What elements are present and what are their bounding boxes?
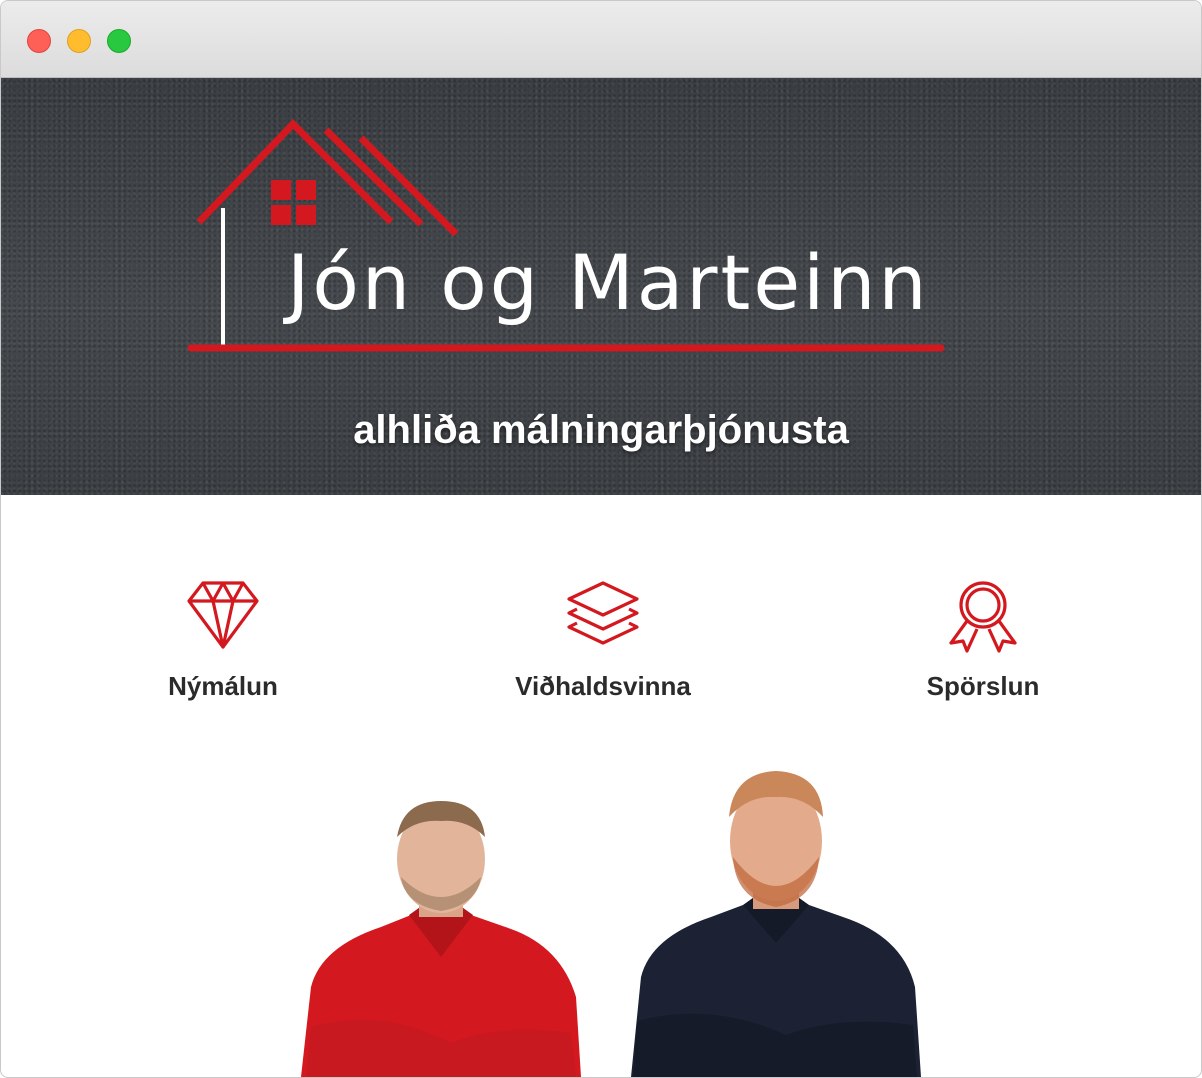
feature-label: Spörslun xyxy=(926,671,1040,701)
browser-window: Jón og Marteinn alhliða málningarþjónust… xyxy=(0,0,1202,1078)
feature-vidhaldsvinna[interactable]: Viðhaldsvinna xyxy=(453,577,753,702)
feature-nymalun[interactable]: Nýmálun xyxy=(73,577,373,702)
hero-banner: Jón og Marteinn alhliða málningarþjónust… xyxy=(1,78,1201,495)
award-ribbon-icon xyxy=(949,581,1017,653)
team-member-photo xyxy=(631,771,921,1077)
brand-name: Jón og Marteinn xyxy=(287,238,930,327)
team-member-photo xyxy=(301,801,581,1077)
zoom-window-button[interactable] xyxy=(107,29,131,53)
feature-label: Nýmálun xyxy=(168,671,278,701)
feature-sporslun[interactable]: Spörslun xyxy=(833,577,1133,702)
window-titlebar xyxy=(1,1,1201,78)
features-section: Nýmálun Viðhaldsvinna Spörslun xyxy=(1,495,1201,735)
layers-icon xyxy=(567,581,639,645)
feature-label: Viðhaldsvinna xyxy=(515,671,691,701)
diamond-icon xyxy=(187,581,259,649)
minimize-window-button[interactable] xyxy=(67,29,91,53)
hero-tagline: alhliða málningarþjónusta xyxy=(353,408,849,452)
close-window-button[interactable] xyxy=(27,29,51,53)
team-photo xyxy=(1,761,1201,1077)
